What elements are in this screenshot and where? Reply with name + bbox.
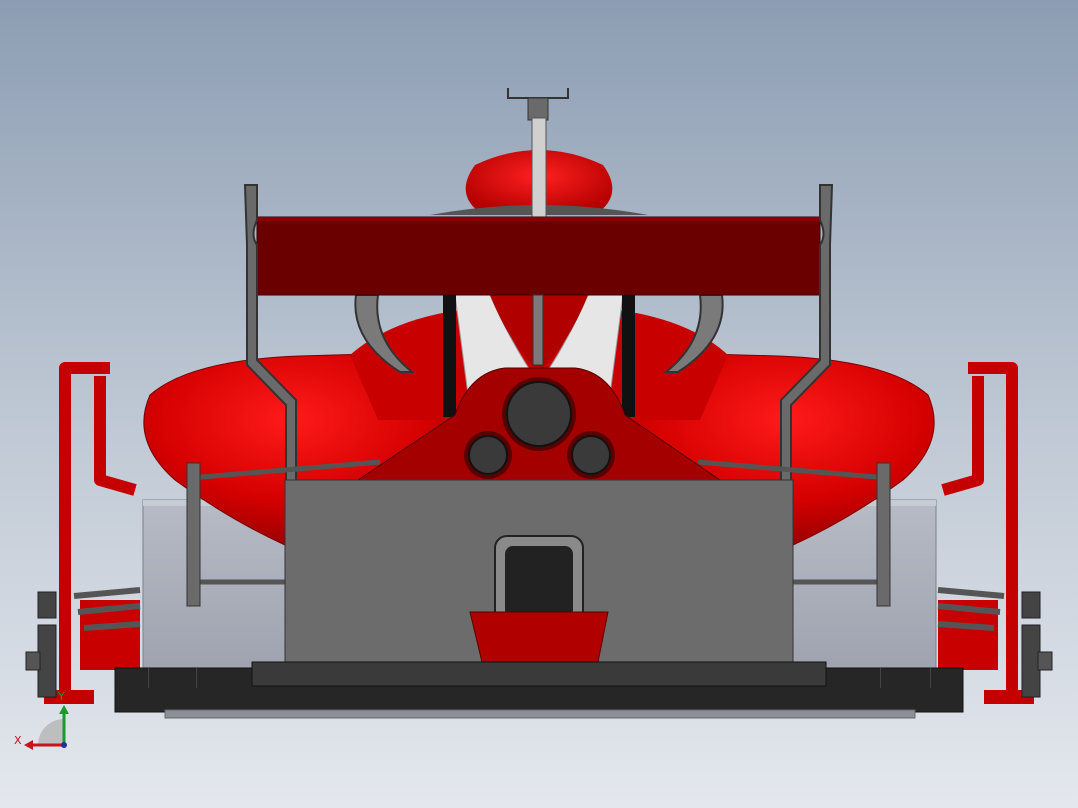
suspension-upright-right [876,462,891,607]
wing-pylon [532,294,544,366]
rear-wing-mainplane [256,216,821,296]
suspension-upright-left [186,462,201,607]
car-model-render [25,88,1053,719]
rear-wing-support-left [443,295,456,417]
diffuser-centre-fin [469,611,609,663]
rear-wing-support-right [622,295,635,417]
cad-3d-viewport[interactable]: Y X [0,0,1078,808]
floor-plank [114,661,964,719]
